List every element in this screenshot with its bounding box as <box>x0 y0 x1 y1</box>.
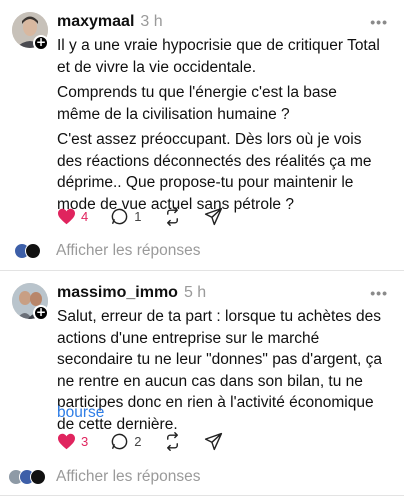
post-header: massimo_immo 5 h <box>57 284 206 302</box>
post-body: Il y a une vraie hypocrisie que de criti… <box>57 35 384 215</box>
show-replies-link[interactable]: Afficher les réponses <box>56 242 200 260</box>
like-button[interactable]: 3 <box>57 433 88 450</box>
more-icon[interactable]: ••• <box>370 14 388 30</box>
reply-avatar <box>30 469 46 485</box>
repost-button[interactable] <box>163 206 182 226</box>
timestamp: 3 h <box>140 13 163 30</box>
timestamp: 5 h <box>183 284 207 301</box>
share-button[interactable] <box>204 432 223 451</box>
like-button[interactable]: 4 <box>57 208 88 225</box>
more-icon[interactable]: ••• <box>370 285 388 301</box>
share-icon <box>205 207 223 225</box>
follow-plus-icon[interactable]: + <box>33 35 49 51</box>
username[interactable]: maxymaal <box>57 13 134 30</box>
divider <box>0 495 404 496</box>
post-paragraph: Il y a une vraie hypocrisie que de criti… <box>57 37 380 76</box>
post-actions: 4 1 <box>57 205 245 227</box>
comment-icon <box>111 433 128 449</box>
reply-avatar <box>25 243 41 259</box>
repost-button[interactable] <box>163 431 182 451</box>
post-massimo-immo: + massimo_immo 5 h ••• Salut, erreur de t… <box>0 271 404 461</box>
post-header: maxymaal 3 h <box>57 13 163 31</box>
like-count: 4 <box>81 208 89 224</box>
like-count: 3 <box>81 433 89 449</box>
comment-icon <box>111 208 128 224</box>
share-icon <box>205 432 223 450</box>
post-actions: 3 2 <box>57 430 245 452</box>
share-button[interactable] <box>204 207 223 226</box>
post-maxymaal: + maxymaal 3 h ••• Il y a une vraie hypoc… <box>0 0 404 245</box>
show-replies-row[interactable]: Afficher les réponses <box>8 466 200 488</box>
comment-count: 2 <box>134 433 142 449</box>
comment-button[interactable]: 2 <box>110 432 141 451</box>
repost-icon <box>167 206 179 226</box>
repost-icon <box>167 431 179 451</box>
post-paragraph: Salut, erreur de ta part : lorsque tu ac… <box>57 308 383 433</box>
post-body: Salut, erreur de ta part : lorsque tu ac… <box>57 306 384 435</box>
show-replies-row[interactable]: Afficher les réponses <box>14 240 200 262</box>
username[interactable]: massimo_immo <box>57 284 178 301</box>
follow-plus-icon[interactable]: + <box>33 305 49 321</box>
heart-icon <box>58 433 75 449</box>
heart-icon <box>58 208 75 224</box>
post-paragraph: Comprends tu que l'énergie c'est la base… <box>57 84 337 123</box>
post-paragraph: C'est assez préoccupant. Dès lors où je … <box>57 131 372 213</box>
topic-tag[interactable]: bourse <box>57 404 104 422</box>
show-replies-link[interactable]: Afficher les réponses <box>56 468 200 486</box>
comment-count: 1 <box>134 208 142 224</box>
comment-button[interactable]: 1 <box>110 207 141 226</box>
